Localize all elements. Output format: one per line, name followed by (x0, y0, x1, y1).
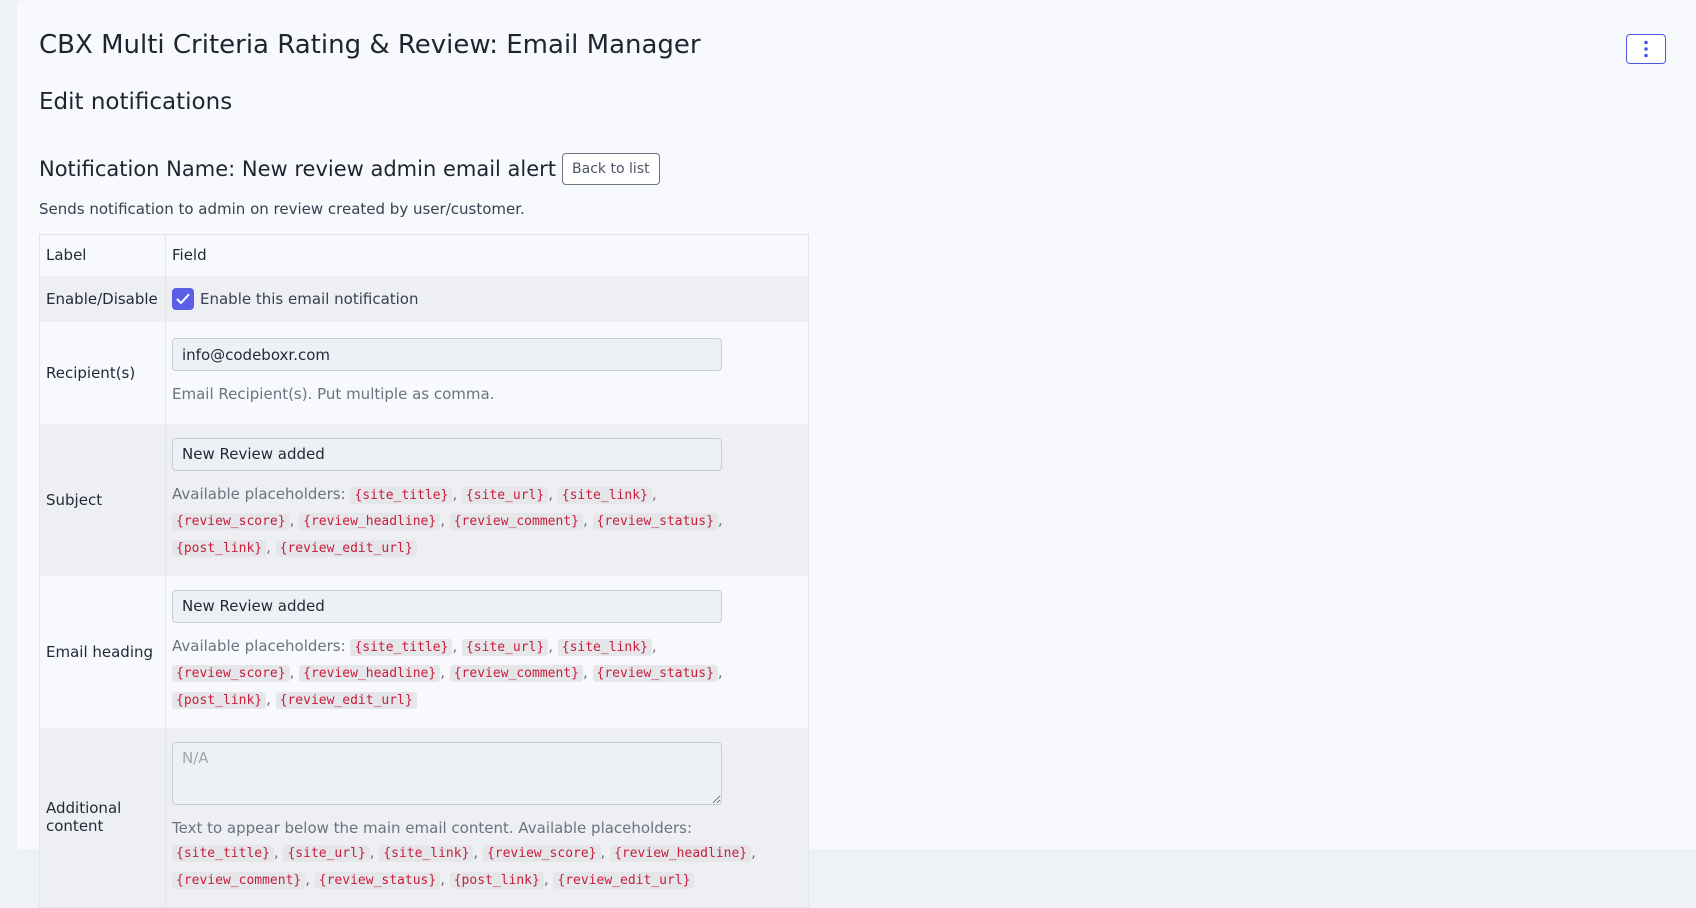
column-header-field: Field (172, 246, 207, 265)
enable-checkbox-wrap: Enable this email notification (172, 287, 802, 310)
placeholder-code: {site_link} (557, 638, 652, 656)
placeholder-code: {site_url} (461, 486, 549, 504)
heading-input[interactable] (172, 589, 722, 623)
placeholder-code: {review_status} (592, 665, 718, 683)
recipient-input[interactable] (172, 338, 722, 372)
placeholder-code: {review_comment} (172, 871, 306, 889)
subject-label: Subject (39, 423, 166, 576)
vertical-ellipsis-icon (1644, 40, 1648, 58)
placeholder-code: {review_headline} (610, 845, 752, 862)
settings-table: Label Field Enable/Disable Enable this e… (39, 234, 809, 908)
additional-placeholders-help: Text to appear below the main email cont… (172, 818, 756, 889)
recipient-field: Email Recipient(s). Put multiple as comm… (166, 322, 809, 424)
back-to-list-button[interactable]: Back to list (562, 153, 660, 185)
heading-placeholders-help: Available placeholders: {site_title}, {s… (172, 636, 723, 709)
placeholder-code: {review_headline} (299, 513, 441, 531)
placeholder-code: {review_headline} (299, 665, 441, 683)
placeholder-code: {review_status} (314, 871, 441, 889)
placeholder-code: {site_title} (350, 486, 453, 504)
placeholder-code: {site_title} (350, 638, 453, 656)
additional-label: Additional content (39, 727, 166, 908)
enable-label: Enable/Disable (39, 275, 166, 322)
column-header-label: Label (39, 234, 166, 276)
enable-checkbox-label[interactable]: Enable this email notification (200, 290, 419, 308)
table-row: Recipient(s) Email Recipient(s). Put mul… (39, 321, 809, 424)
placeholder-code: {review_edit_url} (275, 539, 417, 557)
table-header-row: Label Field (39, 234, 809, 276)
page-title: CBX Multi Criteria Rating & Review: Emai… (39, 30, 701, 60)
placeholder-code: {site_url} (283, 845, 370, 862)
table-row: Enable/Disable Enable this email notific… (39, 275, 809, 322)
placeholder-code: {site_url} (461, 638, 549, 656)
subject-help-prefix: Available placeholders: (172, 484, 346, 503)
placeholder-code: {post_link} (449, 871, 544, 889)
table-row: Email heading Available placeholders: {s… (39, 575, 809, 728)
checkmark-icon (176, 293, 190, 304)
placeholder-code: {review_comment} (449, 665, 583, 683)
table-row: Additional content Text to appear below … (39, 727, 809, 908)
subject-field: Available placeholders: {site_title}, {s… (166, 424, 809, 576)
placeholder-code: {review_comment} (449, 513, 583, 531)
heading-help-prefix: Available placeholders: (172, 636, 346, 655)
enable-checkbox[interactable] (172, 287, 194, 310)
enable-field: Enable this email notification (166, 276, 809, 322)
additional-help-prefix: Text to appear below the main email cont… (172, 818, 693, 837)
placeholder-code: {review_score} (482, 845, 601, 862)
placeholder-code: {post_link} (172, 539, 267, 557)
placeholder-code: {review_score} (172, 665, 290, 683)
notification-name: Notification Name: New review admin emai… (39, 157, 557, 181)
recipient-label: Recipient(s) (39, 321, 166, 424)
placeholder-code: {review_edit_url} (553, 871, 695, 889)
heading-field: Available placeholders: {site_title}, {s… (166, 576, 809, 728)
placeholder-code: {post_link} (172, 691, 267, 709)
placeholder-code: {site_title} (172, 845, 274, 862)
placeholder-code: {review_status} (592, 513, 718, 531)
more-options-button[interactable] (1626, 34, 1666, 64)
subject-placeholders-help: Available placeholders: {site_title}, {s… (172, 484, 723, 557)
recipient-help: Email Recipient(s). Put multiple as comm… (172, 385, 495, 404)
section-title: Edit notifications (39, 89, 233, 115)
heading-label: Email heading (39, 575, 166, 728)
placeholder-code: {site_link} (557, 486, 652, 504)
subject-input[interactable] (172, 437, 722, 471)
additional-content-textarea[interactable] (172, 741, 722, 805)
main-panel: CBX Multi Criteria Rating & Review: Emai… (17, 0, 1696, 908)
placeholder-code: {review_edit_url} (275, 691, 417, 709)
notification-description: Sends notification to admin on review cr… (39, 200, 525, 218)
notification-header: Notification Name: New review admin emai… (39, 153, 660, 185)
additional-field: Text to appear below the main email cont… (166, 728, 809, 908)
placeholder-code: {site_link} (379, 845, 474, 862)
table-row: Subject Available placeholders: {site_ti… (39, 423, 809, 576)
placeholder-code: {review_score} (172, 513, 290, 531)
